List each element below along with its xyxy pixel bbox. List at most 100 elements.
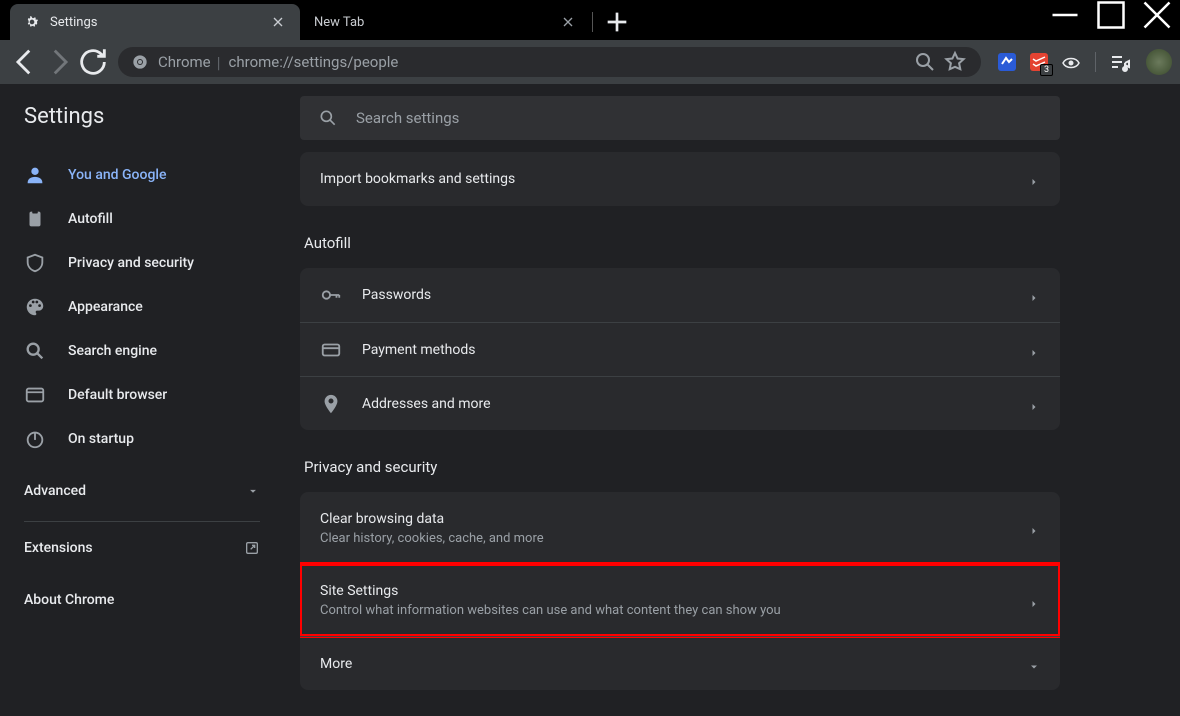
extension-icon-3[interactable] <box>1059 50 1083 74</box>
forward-button[interactable] <box>42 45 76 79</box>
chevron-down-icon <box>1028 658 1040 670</box>
sidebar-nav: You and Google Autofill Privacy and secu… <box>0 153 284 469</box>
sidebar-item-label: You and Google <box>68 167 166 183</box>
sidebar: Settings You and Google Autofill Privacy… <box>0 84 284 716</box>
card-top: Import bookmarks and settings <box>300 152 1060 206</box>
sidebar-item-label: Default browser <box>68 387 167 403</box>
row-title: Import bookmarks and settings <box>320 171 1028 187</box>
open-external-icon <box>244 540 260 556</box>
chrome-icon <box>132 54 148 70</box>
media-control-icon[interactable] <box>1108 50 1132 74</box>
palette-icon <box>24 296 46 318</box>
row-subtitle: Clear history, cookies, cache, and more <box>320 531 1028 546</box>
about-label: About Chrome <box>24 592 114 608</box>
title-bar: Settings New Tab <box>0 0 1180 40</box>
content: Settings You and Google Autofill Privacy… <box>0 84 1180 716</box>
extension-icon-1[interactable] <box>995 50 1019 74</box>
sidebar-item-label: Appearance <box>68 299 143 315</box>
back-button[interactable] <box>8 45 42 79</box>
advanced-label: Advanced <box>24 483 86 499</box>
omnibox-scheme: Chrome <box>158 53 211 71</box>
maximize-button[interactable] <box>1088 0 1134 30</box>
extension-icon-2[interactable]: 3 <box>1027 50 1051 74</box>
sidebar-item-label: Privacy and security <box>68 255 194 271</box>
sidebar-about[interactable]: About Chrome <box>0 574 284 626</box>
sidebar-item-you-and-google[interactable]: You and Google <box>0 153 284 197</box>
close-icon[interactable] <box>270 14 286 30</box>
row-title: Payment methods <box>362 342 1028 358</box>
chevron-right-icon <box>1028 173 1040 185</box>
row-site-settings[interactable]: Site Settings Control what information w… <box>300 564 1060 636</box>
chevron-right-icon <box>1028 289 1040 301</box>
card-privacy: Clear browsing data Clear history, cooki… <box>300 492 1060 690</box>
extensions-label: Extensions <box>24 540 93 556</box>
search-input[interactable] <box>356 109 1042 127</box>
zoom-icon[interactable] <box>913 50 937 74</box>
card-icon <box>320 339 342 361</box>
row-title: More <box>320 656 1028 672</box>
extension-badge: 3 <box>1040 64 1053 76</box>
search-icon <box>318 108 338 128</box>
chevron-right-icon <box>1028 344 1040 356</box>
search-box[interactable] <box>300 96 1060 140</box>
row-passwords[interactable]: Passwords <box>300 268 1060 322</box>
key-icon <box>320 284 342 306</box>
chevron-right-icon <box>1028 522 1040 534</box>
section-title-privacy: Privacy and security <box>300 430 1060 480</box>
sidebar-item-search-engine[interactable]: Search engine <box>0 329 284 373</box>
chevron-down-icon <box>246 484 260 498</box>
close-window-button[interactable] <box>1134 0 1180 30</box>
location-icon <box>320 393 342 415</box>
sidebar-item-label: Search engine <box>68 343 157 359</box>
sidebar-item-label: Autofill <box>68 211 113 227</box>
clipboard-icon <box>24 208 46 230</box>
main-panel[interactable]: Import bookmarks and settings Autofill P… <box>284 84 1180 716</box>
window-controls <box>1042 0 1180 30</box>
toolbar-separator <box>1095 52 1096 72</box>
sidebar-item-autofill[interactable]: Autofill <box>0 197 284 241</box>
star-icon[interactable] <box>943 50 967 74</box>
address-bar[interactable]: Chrome | chrome://settings/people <box>118 47 981 77</box>
row-title: Passwords <box>362 287 1028 303</box>
toolbar: Chrome | chrome://settings/people 3 <box>0 40 1180 84</box>
section-title-autofill: Autofill <box>300 206 1060 256</box>
omnibox-sep: | <box>217 53 221 72</box>
minimize-button[interactable] <box>1042 0 1088 30</box>
row-title: Site Settings <box>320 583 1028 599</box>
reload-button[interactable] <box>76 45 110 79</box>
row-clear-browsing-data[interactable]: Clear browsing data Clear history, cooki… <box>300 492 1060 564</box>
sidebar-advanced[interactable]: Advanced <box>0 469 284 513</box>
sidebar-item-on-startup[interactable]: On startup <box>0 417 284 461</box>
tab-new[interactable]: New Tab <box>300 4 590 40</box>
shield-icon <box>24 252 46 274</box>
person-icon <box>24 164 46 186</box>
new-tab-button[interactable] <box>601 6 633 38</box>
row-import-bookmarks[interactable]: Import bookmarks and settings <box>300 152 1060 206</box>
avatar[interactable] <box>1146 49 1172 75</box>
sidebar-item-appearance[interactable]: Appearance <box>0 285 284 329</box>
extension-area: 3 <box>995 49 1172 75</box>
sidebar-item-label: On startup <box>68 431 134 447</box>
search-wrap <box>300 84 1164 140</box>
omnibox-url: chrome://settings/people <box>229 53 907 71</box>
row-more[interactable]: More <box>300 636 1060 690</box>
tab-settings[interactable]: Settings <box>10 4 300 40</box>
chevron-right-icon <box>1028 595 1040 607</box>
row-subtitle: Control what information websites can us… <box>320 603 1028 618</box>
row-title: Addresses and more <box>362 396 1028 412</box>
chevron-right-icon <box>1028 398 1040 410</box>
close-icon[interactable] <box>560 14 576 30</box>
tab-divider <box>592 12 593 32</box>
tab-label: Settings <box>50 15 270 30</box>
sidebar-item-default-browser[interactable]: Default browser <box>0 373 284 417</box>
gear-icon <box>24 14 40 30</box>
row-payment-methods[interactable]: Payment methods <box>300 322 1060 376</box>
search-icon <box>24 340 46 362</box>
row-title: Clear browsing data <box>320 511 1028 527</box>
card-autofill: Passwords Payment methods Addresses and … <box>300 268 1060 430</box>
tab-label: New Tab <box>314 15 560 30</box>
sidebar-extensions[interactable]: Extensions <box>0 522 284 574</box>
browser-icon <box>24 384 46 406</box>
row-addresses[interactable]: Addresses and more <box>300 376 1060 430</box>
sidebar-item-privacy[interactable]: Privacy and security <box>0 241 284 285</box>
